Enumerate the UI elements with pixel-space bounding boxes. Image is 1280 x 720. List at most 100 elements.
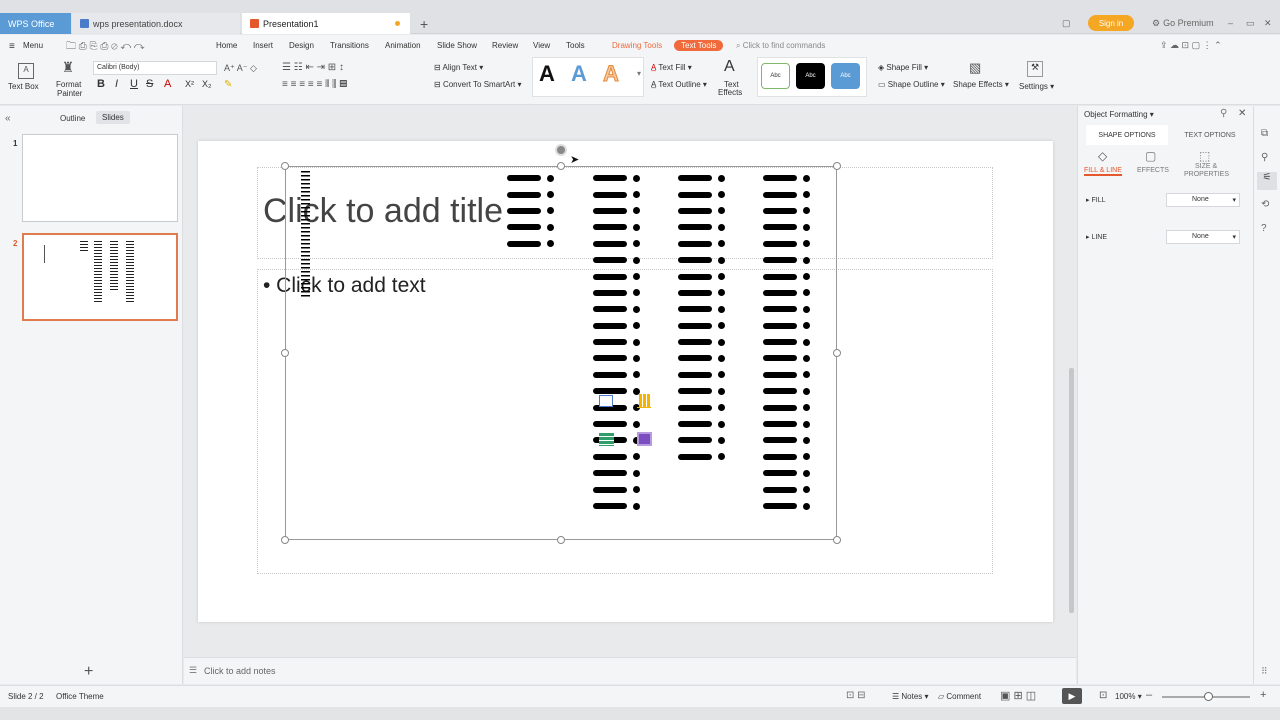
sign-in-button[interactable]: Sign in <box>1088 15 1134 31</box>
resize-handle[interactable] <box>557 162 565 170</box>
convert-smartart-button[interactable]: ⊟ Convert To SmartArt ▾ <box>434 80 522 89</box>
fill-select[interactable]: None ▾ <box>1166 193 1240 207</box>
subtab-size-properties[interactable]: PROPERTIES <box>1184 171 1229 178</box>
line-section[interactable]: ▸ LINE <box>1086 233 1107 241</box>
fit-icon[interactable]: ⊡ ⊟ <box>846 690 866 701</box>
shape-style-black[interactable]: Abc <box>796 63 825 89</box>
tab-wps-presentation-docx[interactable]: wps presentation.docx <box>72 13 240 34</box>
comment-button[interactable]: ▱ Comment <box>938 692 981 701</box>
settings-button[interactable]: Settings ▾ <box>1019 82 1054 91</box>
insert-table-icon[interactable] <box>599 433 614 446</box>
quick-access-icons[interactable]: 🗀 ⎙ ⎘ ⎙ ⊘ ↶ ↷ <box>66 39 145 56</box>
text-box-icon[interactable]: A <box>18 63 34 79</box>
underline-button[interactable]: U <box>130 78 138 90</box>
text-box-label[interactable]: Text Box <box>8 82 39 91</box>
zoom-fit-icon[interactable]: ⊡ <box>1099 690 1107 701</box>
history-icon[interactable]: ⟲ <box>1261 199 1269 210</box>
wordart-style-black[interactable]: A <box>539 61 555 87</box>
menu-home[interactable]: Home <box>216 41 237 50</box>
menu-transitions[interactable]: Transitions <box>330 41 369 50</box>
insert-video-icon[interactable] <box>637 432 652 446</box>
menu-text-tools[interactable]: Text Tools <box>674 40 724 51</box>
shape-style-white[interactable]: Abc <box>761 63 790 89</box>
subtab-effects[interactable]: EFFECTS <box>1137 167 1169 174</box>
go-premium-button[interactable]: ⚙ Go Premium <box>1152 14 1214 32</box>
insert-picture-icon[interactable] <box>599 395 613 407</box>
subtab-fill-line[interactable]: FILL & LINE <box>1084 167 1122 176</box>
zoom-select[interactable]: 100% ▾ <box>1115 692 1142 701</box>
add-slide-button[interactable]: + <box>84 663 93 681</box>
tab-presentation1[interactable]: Presentation1 <box>242 13 410 34</box>
resize-handle[interactable] <box>833 349 841 357</box>
close-button[interactable]: ✕ <box>1264 14 1272 32</box>
copy-icon[interactable]: ⧉ <box>1261 128 1268 139</box>
italic-button[interactable]: I <box>115 78 118 90</box>
grid-icon[interactable]: ⠿ <box>1261 666 1268 677</box>
panel-title[interactable]: Object Formatting ▾ <box>1084 110 1154 119</box>
wordart-style-blue[interactable]: A <box>571 61 587 87</box>
menu-tools[interactable]: Tools <box>566 41 585 50</box>
text-effects-label[interactable]: Effects <box>718 88 742 97</box>
subscript-button[interactable]: X₂ <box>202 79 212 89</box>
help-icon[interactable]: ? <box>1261 223 1267 234</box>
resize-handle[interactable] <box>281 349 289 357</box>
notes-toggle[interactable]: ☰ Notes ▾ <box>892 692 929 701</box>
tab-wps-office[interactable]: WPS Office <box>0 13 71 34</box>
properties-icon[interactable]: ⚟ <box>1257 172 1277 190</box>
resize-handle[interactable] <box>281 162 289 170</box>
gallery-more-icon[interactable]: ▾ <box>637 69 641 78</box>
tab-text-options[interactable]: TEXT OPTIONS <box>1170 125 1250 145</box>
view-buttons[interactable]: ▣ ⊞ ◫ <box>1000 689 1036 702</box>
menu-review[interactable]: Review <box>492 41 518 50</box>
wordart-style-orange[interactable]: A <box>603 61 620 87</box>
font-size-grow-shrink-icons[interactable]: A⁺ A⁻ ◇ <box>224 63 257 74</box>
menu-drawing-tools[interactable]: Drawing Tools <box>612 41 662 50</box>
line-select[interactable]: None ▾ <box>1166 230 1240 244</box>
resize-handle[interactable] <box>833 162 841 170</box>
shape-outline-button[interactable]: ▭ Shape Outline ▾ <box>878 80 945 89</box>
align-text-button[interactable]: ⊟ Align Text ▾ <box>434 63 483 72</box>
size-properties-icon[interactable]: ⬚ <box>1199 149 1210 163</box>
menu-design[interactable]: Design <box>289 41 314 50</box>
new-tab-button[interactable]: + <box>412 13 436 34</box>
tab-shape-options[interactable]: SHAPE OPTIONS <box>1086 125 1168 145</box>
tab-outline[interactable]: Outline <box>60 114 85 123</box>
maximize-button[interactable]: ▭ <box>1246 14 1255 32</box>
zoom-in-button[interactable]: + <box>1260 689 1266 701</box>
resize-handle[interactable] <box>833 536 841 544</box>
insert-chart-icon[interactable] <box>637 394 651 408</box>
zoom-slider-thumb[interactable] <box>1204 692 1213 701</box>
resize-handle[interactable] <box>557 536 565 544</box>
slide-thumbnail-1[interactable] <box>22 134 178 222</box>
text-outline-button[interactable]: A̲ Text Outline ▾ <box>651 80 707 89</box>
notes-pane[interactable]: ☰ Click to add notes <box>184 657 1076 684</box>
text-fill-button[interactable]: A̲ Text Fill ▾ <box>651 63 692 72</box>
effects-icon[interactable]: ▢ <box>1145 149 1156 163</box>
hamburger-icon[interactable]: ≡ <box>9 41 15 52</box>
minimize-button[interactable]: – <box>1228 14 1233 32</box>
share-icons[interactable]: ⇪ ☁ ⊡ ▢ ⋮ ⌃ <box>1160 40 1222 51</box>
zoom-out-button[interactable]: – <box>1146 689 1152 701</box>
text-effects-icon[interactable]: A <box>724 58 735 76</box>
vertical-scrollbar[interactable] <box>1069 368 1074 613</box>
close-panel-icon[interactable]: ✕ <box>1238 108 1246 119</box>
menu-insert[interactable]: Insert <box>253 41 273 50</box>
menu-animation[interactable]: Animation <box>385 41 421 50</box>
play-slideshow-icon[interactable]: ▶ <box>1062 688 1082 704</box>
tab-slides[interactable]: Slides <box>96 111 130 124</box>
menu-view[interactable]: View <box>533 41 550 50</box>
settings-icon[interactable]: ⚒ <box>1027 61 1043 77</box>
font-name-select[interactable]: Calibri (Body) <box>93 61 217 75</box>
selected-shape[interactable] <box>285 166 837 540</box>
command-search[interactable]: ⌕ Click to find commands <box>736 41 825 51</box>
shape-fill-button[interactable]: ◈ Shape Fill ▾ <box>878 63 928 72</box>
pin-icon[interactable]: ⚲ <box>1220 108 1227 119</box>
fill-line-icon[interactable]: ◇ <box>1098 149 1107 163</box>
format-painter-label[interactable]: Painter <box>57 89 82 98</box>
menu-slide-show[interactable]: Slide Show <box>437 41 477 50</box>
shape-effects-button[interactable]: Shape Effects ▾ <box>953 80 1009 89</box>
highlight-icon[interactable]: ✎ <box>224 79 232 90</box>
strikethrough-button[interactable]: S <box>146 78 153 90</box>
bold-button[interactable]: B <box>97 78 105 90</box>
font-color-button[interactable]: A <box>164 78 171 90</box>
